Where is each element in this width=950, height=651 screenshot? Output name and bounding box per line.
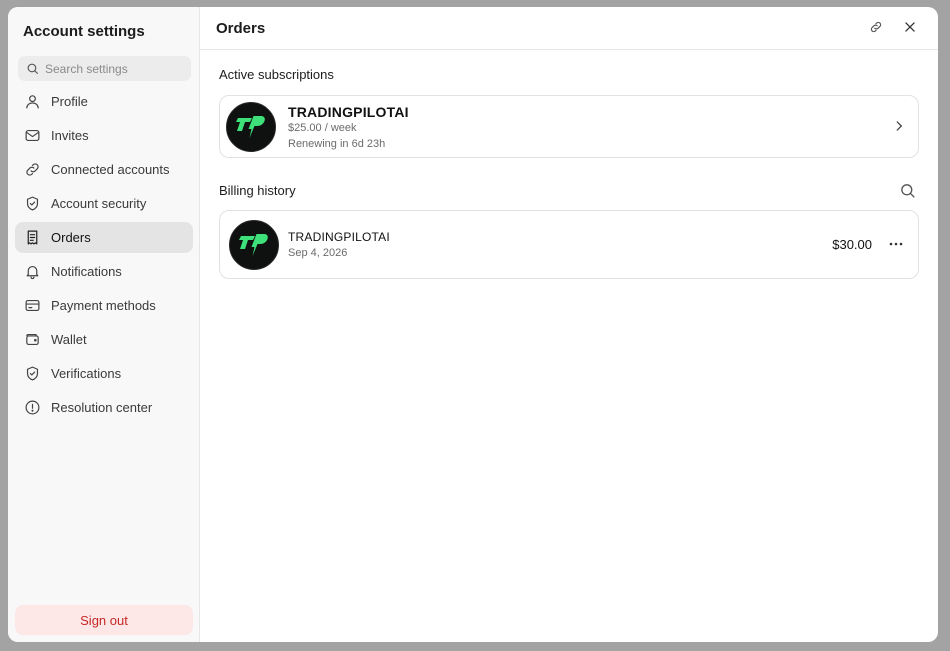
lightning-logo-icon [236, 116, 265, 138]
copy-link-button[interactable] [868, 19, 884, 35]
link-icon [870, 21, 882, 33]
sidebar-item-label: Invites [51, 128, 89, 143]
billing-item-name: TRADINGPILOTAI [288, 230, 390, 244]
subscription-name: TRADINGPILOTAI [288, 104, 409, 120]
sidebar-item-payment-methods[interactable]: Payment methods [15, 290, 193, 321]
tradingpilotai-logo [229, 220, 279, 270]
billing-item-date: Sep 4, 2026 [288, 247, 348, 259]
sidebar-item-label: Payment methods [51, 298, 156, 313]
subscription-card[interactable]: TRADINGPILOTAI $25.00 / week Renewing in… [219, 95, 919, 158]
search-icon[interactable] [899, 182, 916, 199]
subscription-price: $25.00 / week [288, 122, 357, 134]
search-icon [27, 63, 38, 74]
billing-row[interactable]: TRADINGPILOTAI Sep 4, 2026 $30.00 [219, 210, 919, 279]
page-title: Orders [216, 19, 266, 37]
more-horizontal-icon [889, 242, 903, 246]
sidebar-item-account-security[interactable]: Account security [15, 188, 193, 219]
sidebar-item-invites[interactable]: Invites [15, 120, 193, 151]
user-icon [24, 93, 41, 110]
billing-item-amount: $30.00 [832, 237, 872, 252]
header: Orders [200, 7, 938, 50]
active-subscriptions-heading: Active subscriptions [219, 67, 334, 82]
sidebar-item-label: Verifications [51, 366, 122, 381]
sign-out-button[interactable]: Sign out [15, 605, 193, 635]
billing-history-heading: Billing history [219, 183, 296, 198]
search-input[interactable]: Search settings [18, 56, 191, 81]
sidebar-item-wallet[interactable]: Wallet [15, 324, 193, 355]
mail-icon [24, 127, 41, 144]
link-icon [24, 161, 41, 178]
lightning-logo-icon [239, 234, 268, 256]
sidebar: Account settings Search settings Profile… [8, 7, 200, 642]
tradingpilotai-logo [226, 102, 276, 152]
close-icon [905, 22, 915, 32]
sidebar-item-label: Wallet [51, 332, 87, 347]
receipt-icon [24, 229, 41, 246]
sidebar-item-notifications[interactable]: Notifications [15, 256, 193, 287]
alert-circle-icon [24, 399, 41, 416]
sidebar-item-resolution-center[interactable]: Resolution center [15, 392, 193, 423]
search-placeholder: Search settings [45, 61, 128, 76]
sidebar-item-profile[interactable]: Profile [15, 86, 193, 117]
sidebar-item-verifications[interactable]: Verifications [15, 358, 193, 389]
sidebar-item-label: Profile [51, 94, 88, 109]
credit-card-icon [24, 297, 41, 314]
sidebar-item-label: Connected accounts [51, 162, 170, 177]
subscription-renewal: Renewing in 6d 23h [288, 138, 386, 150]
sidebar-item-orders[interactable]: Orders [15, 222, 193, 253]
shield-icon [24, 195, 41, 212]
sidebar-item-label: Account security [51, 196, 147, 211]
account-settings-modal: Account settings Search settings Profile… [8, 7, 938, 642]
sidebar-nav: Profile Invites Connected accounts Accou… [15, 86, 193, 426]
sidebar-item-label: Resolution center [51, 400, 153, 415]
more-options-button[interactable] [888, 237, 904, 251]
close-button[interactable] [902, 19, 918, 35]
bell-icon [24, 263, 41, 280]
shield-check-icon [24, 365, 41, 382]
chevron-right-icon [896, 121, 902, 131]
sidebar-title: Account settings [23, 23, 145, 40]
header-actions [868, 19, 918, 35]
wallet-icon [24, 331, 41, 348]
sidebar-item-connected-accounts[interactable]: Connected accounts [15, 154, 193, 185]
sidebar-item-label: Notifications [51, 264, 122, 279]
sidebar-item-label: Orders [51, 230, 91, 245]
main-panel: Orders Active subscriptions TRADINGPILOT… [200, 7, 938, 642]
